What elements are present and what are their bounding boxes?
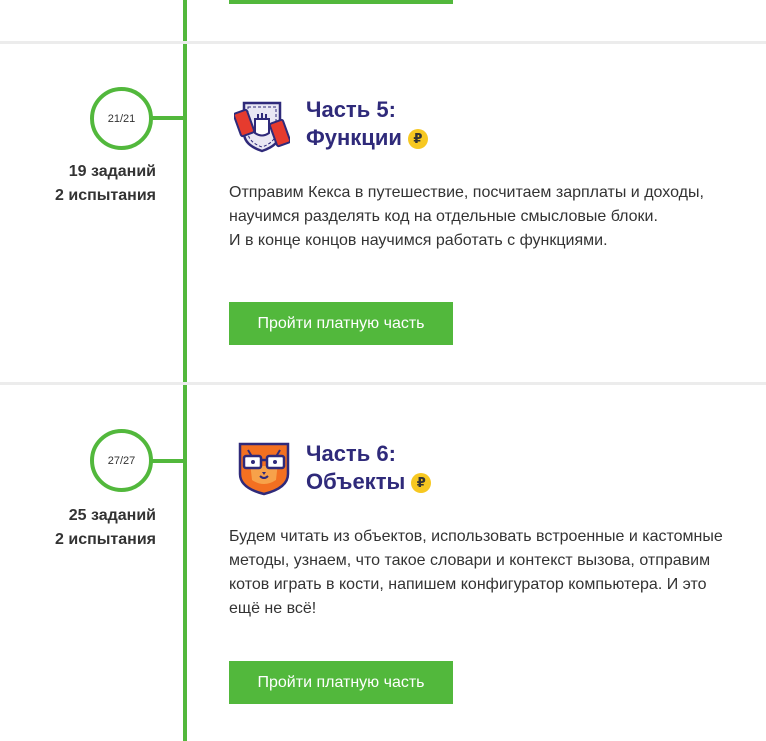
- part-stats: 19 заданий 2 испытания: [6, 160, 156, 208]
- description-line: научимся разделять код на отдельные смыс…: [229, 208, 658, 225]
- description-line: ещё не всё!: [229, 600, 317, 617]
- part-stats: 25 заданий 2 испытания: [6, 504, 156, 552]
- tests-count: 2 испытания: [55, 531, 156, 548]
- cat-glasses-shield-icon: [236, 440, 292, 496]
- part-number: Часть 6:: [306, 441, 396, 466]
- ruble-coin-icon: ₽: [407, 129, 428, 149]
- section-divider: [0, 382, 766, 385]
- description-line: Отправим Кекса в путешествие, посчитаем …: [229, 184, 704, 201]
- section-divider: [0, 41, 766, 44]
- tests-count: 2 испытания: [55, 187, 156, 204]
- part-title: Часть 6: Объекты ₽: [306, 440, 432, 496]
- part-description: Будем читать из объектов, использовать в…: [229, 525, 759, 621]
- part-number: Часть 5:: [306, 97, 396, 122]
- timeline-line: [183, 0, 187, 741]
- description-line: И в конце концов научимся работать с фун…: [229, 232, 608, 249]
- take-paid-part-button[interactable]: Пройти платную часть: [229, 302, 453, 345]
- timeline-connector: [149, 116, 185, 120]
- description-line: методы, узнаем, что такое словари и конт…: [229, 552, 711, 569]
- part-name: Объекты: [306, 469, 406, 494]
- timeline-connector: [149, 459, 185, 463]
- part-description: Отправим Кекса в путешествие, посчитаем …: [229, 181, 759, 253]
- progress-ring: 27/27: [90, 429, 153, 492]
- part-name: Функции: [306, 125, 402, 150]
- previous-section-button[interactable]: [229, 0, 453, 4]
- fist-gear-shield-icon: [232, 97, 292, 153]
- ruble-coin-icon: ₽: [411, 473, 432, 493]
- tasks-count: 25 заданий: [68, 507, 156, 524]
- take-paid-part-button[interactable]: Пройти платную часть: [229, 661, 453, 704]
- description-line: Будем читать из объектов, использовать в…: [229, 528, 723, 545]
- description-line: котов играть в кости, напишем конфигурат…: [229, 576, 707, 593]
- tasks-count: 19 заданий: [68, 163, 156, 180]
- progress-count: 27/27: [107, 454, 136, 467]
- progress-ring: 21/21: [90, 87, 153, 150]
- progress-count: 21/21: [107, 112, 136, 125]
- part-title: Часть 5: Функции ₽: [306, 96, 428, 152]
